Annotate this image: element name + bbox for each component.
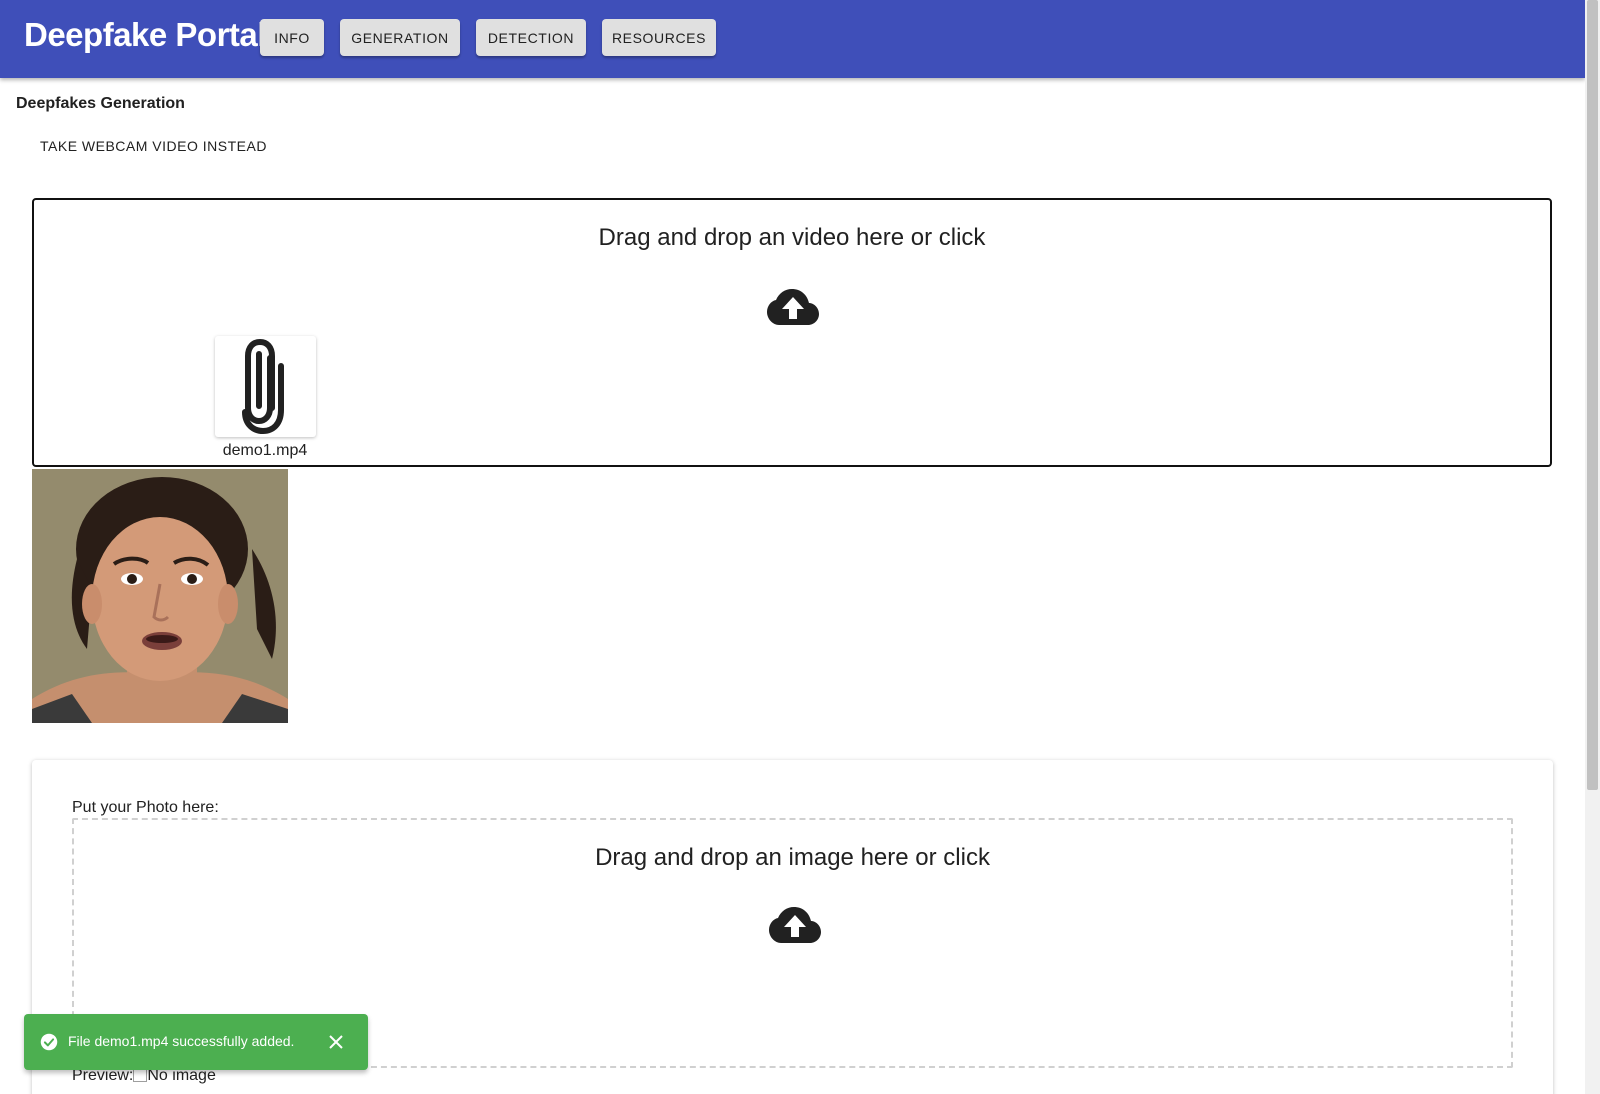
app-bar: Deepfake Portal INFO GENERATION DETECTIO… <box>0 0 1585 78</box>
file-preview-thumbnail[interactable] <box>215 336 316 437</box>
nav-detection-button[interactable]: DETECTION <box>476 19 586 56</box>
file-name: demo1.mp4 <box>222 442 308 459</box>
snackbar-message: File demo1.mp4 successfully added. <box>68 1033 295 1049</box>
video-dropzone-text: Drag and drop an video here or click <box>598 224 986 251</box>
cloud-upload-icon <box>769 907 821 943</box>
paperclip-icon <box>242 338 284 435</box>
nav-resources-button[interactable]: RESOURCES <box>602 19 716 56</box>
check-circle-icon <box>40 1033 58 1051</box>
webcam-video-button[interactable]: TAKE WEBCAM VIDEO INSTEAD <box>28 132 279 160</box>
app-title: Deepfake Portal <box>24 16 266 53</box>
video-frame-preview <box>32 469 288 723</box>
nav-info-button[interactable]: INFO <box>260 19 324 56</box>
page-title: Deepfakes Generation <box>16 95 185 112</box>
photo-upload-label: Put your Photo here: <box>72 799 219 816</box>
cloud-upload-icon <box>767 289 819 325</box>
page-scrollbar[interactable] <box>1585 0 1600 1094</box>
image-dropzone-text: Drag and drop an image here or click <box>595 844 990 871</box>
broken-image-icon <box>133 1068 148 1082</box>
close-icon <box>329 1035 343 1049</box>
snackbar-close-button[interactable] <box>324 1030 348 1054</box>
nav-generation-button[interactable]: GENERATION <box>340 19 460 56</box>
scrollbar-thumb[interactable] <box>1587 0 1598 790</box>
snackbar: File demo1.mp4 successfully added. <box>24 1014 368 1070</box>
